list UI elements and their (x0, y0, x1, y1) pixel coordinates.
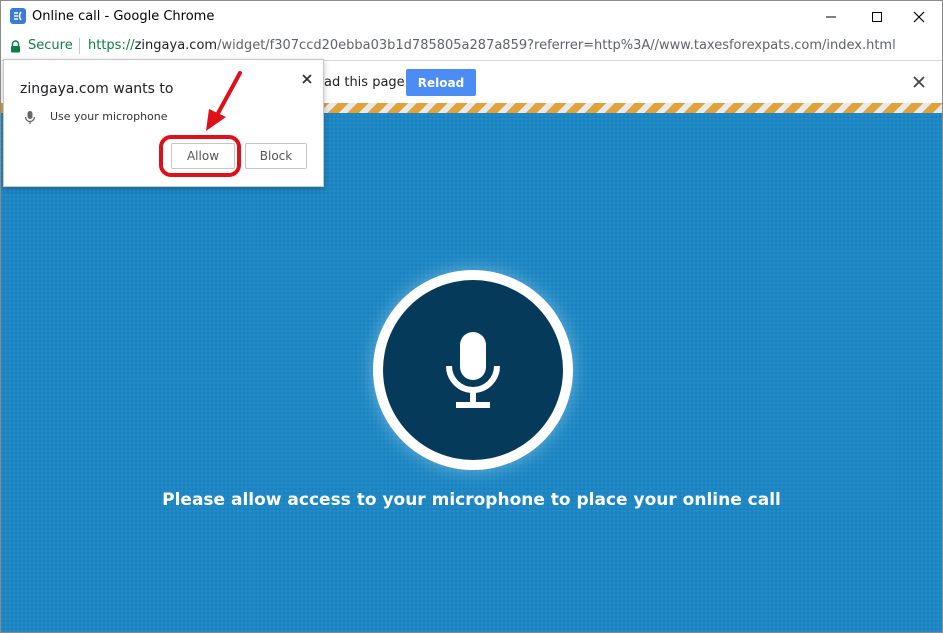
maximize-icon (872, 11, 882, 22)
microphone-prompt: Please allow access to your microphone t… (162, 490, 781, 510)
lock-icon[interactable] (10, 40, 21, 58)
url-scheme: https:// (88, 38, 135, 53)
app-icon (10, 8, 26, 24)
infobar-close-icon[interactable] (913, 75, 925, 93)
infobar-text: ad this page (324, 75, 405, 90)
secure-label[interactable]: Secure (28, 38, 73, 53)
close-window-button[interactable] (896, 1, 942, 32)
address-bar[interactable]: Secure https://zingaya.com/widget/f307cc… (1, 32, 942, 61)
permission-label: Use your microphone (50, 110, 168, 123)
url-path: /widget/f307ccd20ebba03b1d785805a287a859… (217, 38, 896, 53)
microphone-small-icon (24, 110, 36, 131)
microphone-inner (383, 280, 563, 460)
window-title: Online call - Google Chrome (32, 9, 215, 24)
minimize-button[interactable] (808, 1, 854, 32)
minimize-icon (826, 16, 836, 17)
close-icon (913, 11, 925, 22)
microphone-circle[interactable] (373, 270, 573, 470)
popup-close-icon[interactable] (302, 71, 312, 89)
allow-highlight-ring (159, 135, 241, 177)
url-divider (79, 38, 80, 54)
call-widget: Please allow access to your microphone t… (1, 113, 942, 632)
url-field[interactable]: https://zingaya.com/widget/f307ccd20ebba… (88, 38, 896, 53)
popup-title: zingaya.com wants to (20, 81, 174, 97)
block-button[interactable]: Block (245, 143, 307, 169)
maximize-button[interactable] (854, 1, 900, 32)
arrow-icon (196, 69, 246, 140)
title-bar: Online call - Google Chrome (1, 1, 942, 32)
url-host: zingaya.com (134, 38, 218, 53)
microphone-icon (446, 332, 500, 408)
reload-button[interactable]: Reload (406, 69, 476, 96)
browser-window: Online call - Google Chrome Secure https… (0, 0, 943, 633)
